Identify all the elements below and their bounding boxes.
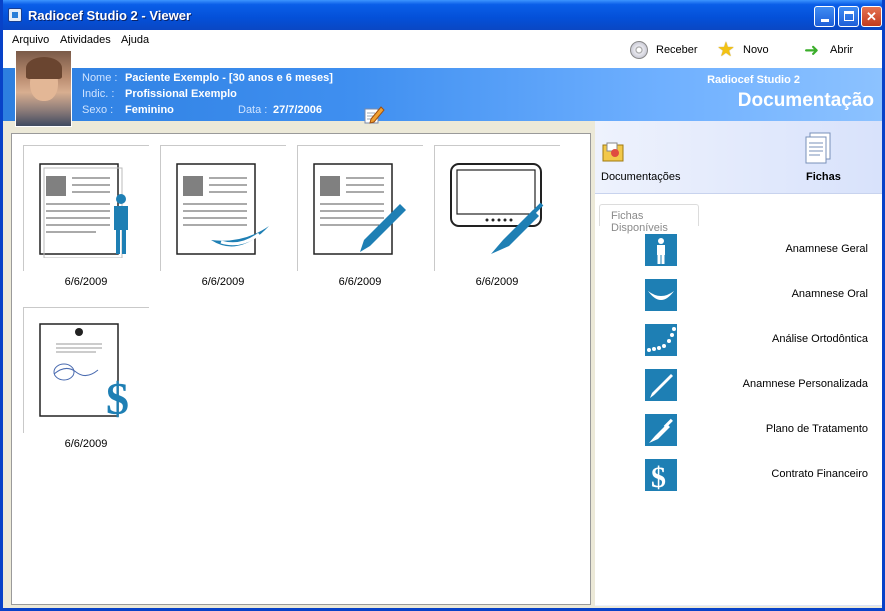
dollar-icon: $: [645, 459, 677, 494]
maximize-button[interactable]: [838, 6, 859, 27]
section-title: Documentação: [737, 90, 874, 111]
svg-text:$: $: [106, 373, 129, 420]
nome-label: Nome :: [82, 72, 118, 84]
edit-patient-icon[interactable]: [363, 104, 385, 124]
novo-button[interactable]: ★ Novo: [717, 40, 769, 60]
ficha-label: Plano de Tratamento: [765, 423, 868, 435]
maximize-icon: [843, 11, 854, 21]
document-date: 6/6/2009: [64, 276, 108, 288]
document-date: 6/6/2009: [201, 276, 245, 288]
ficha-analise-ortodontica[interactable]: Análise Ortodôntica: [645, 324, 880, 356]
title-bar[interactable]: Radiocef Studio 2 - Viewer ✕: [3, 0, 882, 30]
anamnese-personalizada-icon: [313, 163, 406, 255]
document-item[interactable]: 6/6/2009: [434, 145, 560, 295]
document-date: 6/6/2009: [64, 438, 108, 450]
sexo-label: Sexo :: [82, 104, 114, 116]
contrato-financeiro-icon: $: [39, 323, 129, 420]
tab-documentacoes-label: Documentações: [601, 171, 681, 183]
document-item[interactable]: 6/6/2009: [23, 145, 149, 295]
star-icon: ★: [717, 39, 735, 61]
ficha-label: Anamnese Geral: [785, 243, 868, 255]
ficha-plano-tratamento[interactable]: Plano de Tratamento: [645, 414, 880, 446]
menu-arquivo[interactable]: Arquivo: [12, 34, 49, 46]
tab-fichas[interactable]: Fichas: [802, 131, 852, 191]
pen-icon: [645, 369, 677, 401]
document-date: 6/6/2009: [475, 276, 519, 288]
ficha-label: Análise Ortodôntica: [772, 333, 868, 345]
anamnese-oral-icon: [176, 163, 269, 255]
app-icon: [8, 8, 22, 22]
menu-ajuda[interactable]: Ajuda: [121, 34, 149, 46]
main-window: Radiocef Studio 2 - Viewer ✕ Arquivo Ati…: [0, 0, 885, 611]
plano-tratamento-icon: [450, 163, 544, 254]
tab-documentacoes[interactable]: Documentações: [601, 141, 701, 191]
receber-button[interactable]: Receber: [630, 40, 698, 60]
data-label: Data :: [238, 104, 268, 116]
minimize-button[interactable]: [814, 6, 835, 27]
open-arrow-icon: ➜: [804, 40, 820, 60]
ficha-anamnese-personalizada[interactable]: Anamnese Personalizada: [645, 369, 880, 401]
menu-atividades[interactable]: Atividades: [60, 34, 111, 46]
folder-icon: [602, 142, 624, 162]
patient-name: Paciente Exemplo - [30 anos e 6 meses]: [125, 72, 333, 84]
receber-label: Receber: [656, 44, 698, 56]
patient-photo[interactable]: [15, 50, 72, 127]
smile-icon: [645, 279, 677, 311]
patient-indic: Profissional Exemplo: [125, 88, 237, 100]
indic-label: Indic. :: [82, 88, 115, 100]
document-item[interactable]: 6/6/2009: [160, 145, 286, 295]
patient-date: 27/7/2006: [273, 104, 322, 116]
brand-name: Radiocef Studio 2: [707, 74, 800, 86]
svg-text:$: $: [651, 461, 666, 491]
window-title: Radiocef Studio 2 - Viewer: [28, 8, 192, 23]
person-icon: [645, 234, 677, 266]
abrir-label: Abrir: [830, 44, 854, 56]
fichas-section-title: Fichas Disponíveis: [599, 204, 699, 234]
cd-icon: [630, 41, 648, 59]
patient-header: Nome : Paciente Exemplo - [30 anos e 6 m…: [3, 50, 882, 127]
patient-sex: Feminino: [125, 104, 174, 116]
menu-bar: Arquivo Atividades Ajuda Receber ★ Novo …: [3, 30, 882, 68]
document-item[interactable]: $ 6/6/2009: [23, 307, 149, 457]
documents-panel: 6/6/2009 6/6/2009 6/6/2009 6/6/2009 $ 6/…: [11, 133, 591, 605]
ficha-label: Contrato Financeiro: [771, 468, 868, 480]
ficha-anamnese-geral[interactable]: Anamnese Geral: [645, 234, 880, 266]
ficha-contrato-financeiro[interactable]: $ Contrato Financeiro: [645, 459, 880, 494]
anamnese-geral-icon: [39, 163, 128, 258]
document-item[interactable]: 6/6/2009: [297, 145, 423, 295]
abrir-button[interactable]: ➜ Abrir: [804, 40, 853, 60]
fichas-icon: [805, 132, 831, 164]
tab-fichas-label: Fichas: [806, 171, 841, 183]
close-button[interactable]: ✕: [861, 6, 882, 27]
ficha-label: Anamnese Personalizada: [742, 378, 868, 390]
close-icon: ✕: [866, 9, 877, 24]
syringe-icon: [645, 414, 677, 446]
braces-icon: [645, 324, 677, 356]
right-panel: Documentações Fichas Fichas Disponíveis …: [595, 121, 882, 606]
novo-label: Novo: [743, 44, 769, 56]
ficha-label: Anamnese Oral: [791, 288, 868, 300]
minimize-icon: [820, 19, 829, 22]
fichas-list: Fichas Disponíveis Anamnese Geral Anamne…: [595, 193, 882, 605]
ficha-anamnese-oral[interactable]: Anamnese Oral: [645, 279, 880, 311]
document-date: 6/6/2009: [338, 276, 382, 288]
